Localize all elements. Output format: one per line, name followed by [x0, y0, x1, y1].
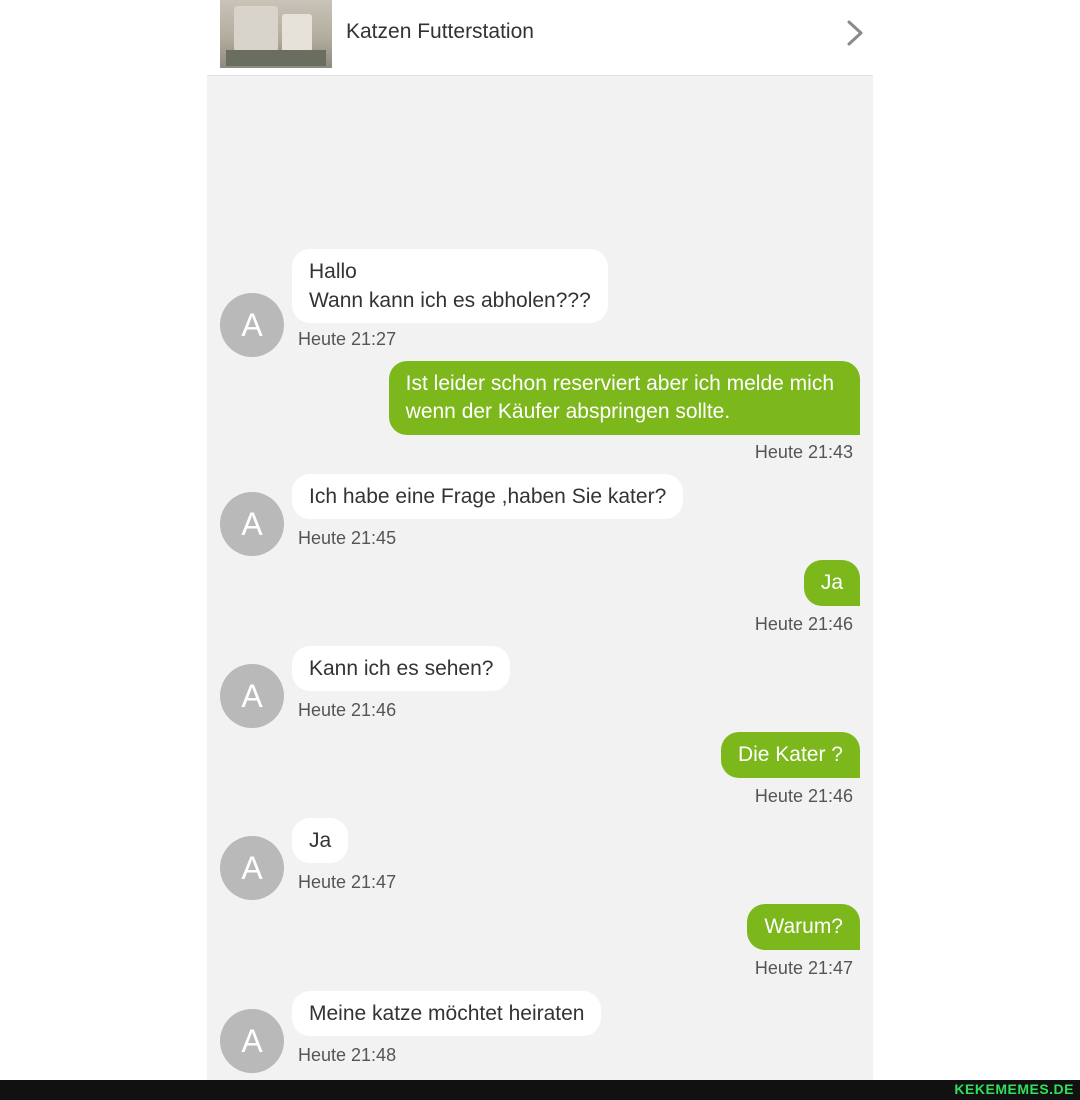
message-line: Hallo [309, 260, 357, 283]
thumbnail-feeder-shape [234, 6, 278, 52]
incoming-message[interactable]: Kann ich es sehen? [292, 646, 511, 691]
message-timestamp: Heute 21:46 [754, 786, 853, 806]
message-line: Ja [309, 829, 332, 852]
chat-screen: Katzen Futterstation A Hallo Wann kann i… [207, 0, 873, 1080]
incoming-message[interactable]: Ja [292, 818, 349, 863]
message-timestamp: Heute 21:27 [298, 329, 397, 349]
sender-avatar[interactable]: A [220, 293, 284, 357]
message-line: Kann ich es sehen? [309, 657, 494, 680]
sender-avatar[interactable]: A [220, 664, 284, 728]
outgoing-message[interactable]: Ist leider schon reserviert aber ich mel… [388, 361, 860, 435]
listing-header[interactable]: Katzen Futterstation [207, 0, 873, 76]
message-timestamp: Heute 21:45 [298, 528, 397, 548]
sender-avatar[interactable]: A [220, 836, 284, 900]
message-timestamp: Heute 21:47 [754, 958, 853, 978]
message-line: Die Kater ? [737, 743, 843, 766]
sender-avatar[interactable]: A [220, 492, 284, 556]
message-timestamp: Heute 21:47 [298, 872, 397, 892]
message-line: Warum? [764, 915, 843, 938]
incoming-message[interactable]: Meine katze möchtet heiraten [292, 991, 602, 1036]
sender-avatar[interactable]: A [220, 1009, 284, 1073]
outgoing-message[interactable]: Ja [803, 560, 860, 606]
message-line: Meine katze möchtet heiraten [309, 1002, 585, 1025]
thumbnail-bowl-shape [282, 14, 312, 52]
watermark-text: KEKEMEMES.DE [954, 1081, 1074, 1097]
outgoing-message[interactable]: Warum? [747, 904, 860, 950]
message-line: Ich habe eine Frage ,haben Sie kater? [309, 485, 667, 508]
message-timestamp: Heute 21:43 [754, 442, 853, 462]
incoming-message[interactable]: Hallo Wann kann ich es abholen??? [292, 249, 608, 323]
message-line: Ja [820, 571, 843, 594]
message-line: Wann kann ich es abholen??? [309, 289, 591, 312]
listing-thumbnail[interactable] [220, 0, 332, 68]
message-line: Ist leider schon reserviert aber ich mel… [405, 372, 834, 395]
message-timestamp: Heute 21:46 [298, 700, 397, 720]
thumbnail-base-shape [226, 50, 326, 66]
message-timestamp: Heute 21:46 [754, 614, 853, 634]
outgoing-message[interactable]: Die Kater ? [720, 732, 860, 778]
incoming-message[interactable]: Ich habe eine Frage ,haben Sie kater? [292, 474, 684, 519]
message-line: wenn der Käufer abspringen sollte. [405, 400, 731, 423]
watermark-bar [0, 1080, 1080, 1100]
message-timestamp: Heute 21:48 [298, 1045, 397, 1065]
chevron-right-icon[interactable] [839, 18, 869, 48]
listing-title[interactable]: Katzen Futterstation [346, 20, 534, 44]
